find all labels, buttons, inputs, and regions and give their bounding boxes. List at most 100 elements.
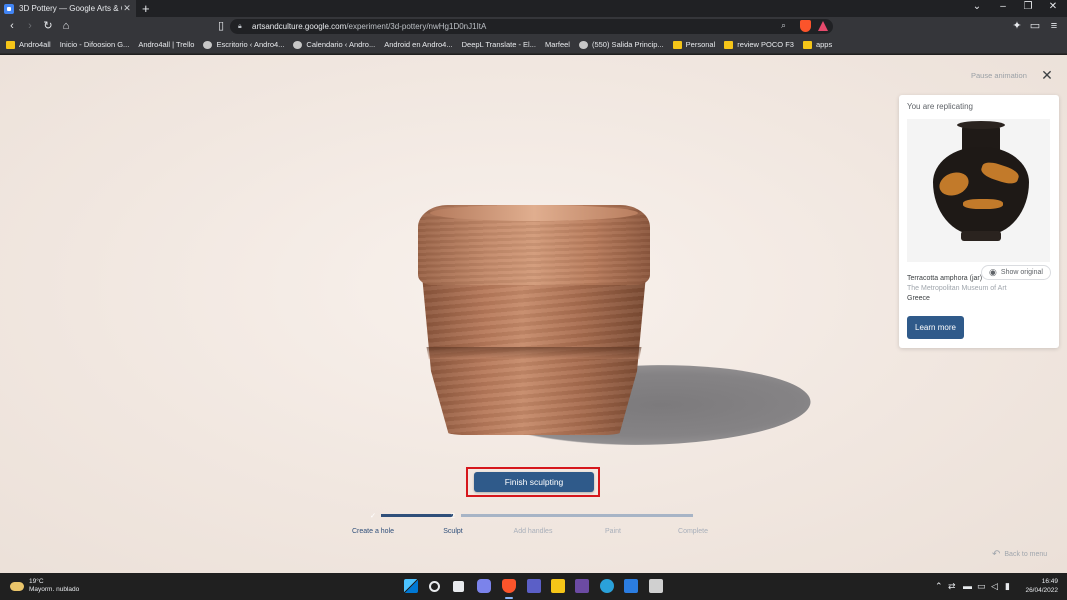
weather-description: Mayorm. nublado xyxy=(29,586,80,593)
bookmark-label: Calendario ‹ Andro... xyxy=(306,40,376,49)
active-app-indicator xyxy=(505,597,513,599)
bookmark-item[interactable]: review POCO F3 xyxy=(724,40,794,49)
bookmark-item[interactable]: Escritorio ‹ Andro4... xyxy=(203,40,284,49)
pot-band xyxy=(426,347,642,359)
tab-strip: 3D Pottery — Google Arts & Cultu ✕ + ⌄ –… xyxy=(0,0,1067,17)
step-label-complete: Complete xyxy=(678,528,708,535)
new-tab-button[interactable]: + xyxy=(142,1,150,16)
bookmark-item[interactable]: Android en Andro4... xyxy=(0,40,453,99)
arts-culture-favicon-icon xyxy=(4,3,14,14)
pottery-canvas[interactable] xyxy=(410,205,823,487)
show-original-label: Show original xyxy=(1000,269,1043,276)
panel-title: You are replicating xyxy=(907,102,973,111)
bookmark-item[interactable]: Calendario ‹ Andro... xyxy=(293,40,375,49)
wifi-direct-icon[interactable]: ⇄ xyxy=(948,581,956,592)
bookmark-item[interactable]: Personal xyxy=(672,40,716,49)
back-to-menu-link[interactable]: ↶ Back to menu xyxy=(992,549,1047,560)
step-4-marker xyxy=(605,507,621,523)
bookmark-label: Personal xyxy=(685,40,716,49)
bookmarks-bar: Andro4all Inicio - Difoosion G... Andro4… xyxy=(0,36,1067,99)
amphora-mouth xyxy=(957,121,1005,129)
bookmark-10-icon xyxy=(724,40,734,49)
zoom-search-icon[interactable]: ⌕ xyxy=(781,20,786,31)
display-icon[interactable]: ▭ xyxy=(977,581,986,592)
brave-rewards-icon[interactable] xyxy=(818,21,828,31)
bookmark-4-icon xyxy=(293,40,303,49)
teams-icon[interactable] xyxy=(527,579,541,593)
affinity-icon[interactable] xyxy=(575,579,589,593)
tab-search-icon[interactable]: ⌄ xyxy=(970,1,984,12)
snipping-tool-icon[interactable] xyxy=(649,579,663,593)
browser-tab[interactable]: 3D Pottery — Google Arts & Cultu ✕ xyxy=(0,0,136,17)
media-icon[interactable]: ▭ xyxy=(1028,19,1042,34)
close-icon[interactable]: ✕ xyxy=(1038,66,1056,84)
step-connector-done xyxy=(381,514,453,517)
bookmark-label: Android en Andro4... xyxy=(384,40,453,49)
search-icon[interactable] xyxy=(429,581,440,592)
finish-sculpting-button[interactable]: Finish sculpting xyxy=(474,472,594,492)
artwork-origin: Greece xyxy=(907,295,930,302)
bookmark-label: review POCO F3 xyxy=(737,40,794,49)
amphora-pattern xyxy=(963,199,1003,209)
step-label-add-handles: Add handles xyxy=(513,528,553,535)
address-bar[interactable]: 🔒︎ artsandculture.google.com /experiment… xyxy=(230,19,833,34)
browser-toolbar: ‹ › ↻ ⌂ ▯ 🔒︎ artsandculture.google.com /… xyxy=(0,17,1067,36)
bookmark-item[interactable]: Andro4all | Trello xyxy=(0,40,194,99)
bookmark-item[interactable]: Andro4all xyxy=(6,40,51,49)
museum-name: The Metropolitan Museum of Art xyxy=(907,285,1007,292)
pause-animation-link[interactable]: Pause animation xyxy=(971,71,1027,80)
step-label-create-hole: Create a hole xyxy=(351,528,395,535)
bookmark-label: Marfeel xyxy=(544,40,570,49)
amphora-pattern xyxy=(979,159,1021,187)
bookmark-item[interactable]: (550) Salida Princip... xyxy=(578,40,664,49)
tab-close-icon[interactable]: ✕ xyxy=(122,3,132,14)
bookmark-item[interactable]: Marfeel xyxy=(0,40,570,99)
reload-icon[interactable]: ↻ xyxy=(41,19,55,34)
bookmark-item[interactable]: Inicio - Difoosion G... xyxy=(0,40,129,99)
system-clock[interactable]: 16:49 26/04/2022 xyxy=(1022,577,1058,595)
taskbar: 19°C Mayorm. nublado ⌃ ⇄ ▬ ▭ ◁ ▮ 16:49 2… xyxy=(0,573,1067,600)
minimize-icon[interactable]: – xyxy=(996,1,1010,12)
windows-start-icon[interactable] xyxy=(404,579,418,593)
url-path: /experiment/3d-pottery/nwHg1D0nJ1ItA xyxy=(346,22,487,31)
step-1-marker: ✓ xyxy=(365,507,381,523)
tab-title: 3D Pottery — Google Arts & Cultu xyxy=(19,4,122,13)
eye-icon: ◉ xyxy=(989,267,997,277)
amphora-foot xyxy=(961,231,1001,241)
pot-rim xyxy=(430,205,638,221)
show-original-button[interactable]: ◉ Show original xyxy=(981,265,1051,280)
forward-icon[interactable]: › xyxy=(23,19,37,34)
menu-icon[interactable]: ≡ xyxy=(1047,19,1061,34)
close-window-icon[interactable]: ✕ xyxy=(1046,1,1060,12)
volume-icon[interactable]: ◁ xyxy=(991,581,998,592)
task-view-icon[interactable] xyxy=(453,581,464,592)
bookmark-8-icon xyxy=(578,40,588,49)
drive-icon[interactable]: ▬ xyxy=(963,581,972,591)
chat-icon[interactable] xyxy=(477,579,491,593)
step-5-marker xyxy=(685,507,701,523)
step-label-paint: Paint xyxy=(605,528,621,535)
back-icon[interactable]: ‹ xyxy=(5,19,19,34)
restore-icon[interactable]: ❐ xyxy=(1021,1,1035,12)
brave-browser-icon[interactable] xyxy=(502,579,516,593)
bookmark-icon[interactable]: ▯ xyxy=(214,19,228,34)
weather-widget[interactable]: 19°C Mayorm. nublado xyxy=(10,578,79,594)
lock-icon: 🔒︎ xyxy=(238,22,242,30)
brave-shield-icon[interactable] xyxy=(800,20,811,32)
extensions-icon[interactable]: ✦ xyxy=(1010,19,1024,34)
reference-image: ◉ Show original xyxy=(907,119,1051,280)
bookmark-11-icon xyxy=(802,40,812,49)
learn-more-button[interactable]: Learn more xyxy=(907,316,964,339)
url-host: artsandculture.google.com xyxy=(252,22,347,31)
telegram-icon[interactable] xyxy=(600,579,614,593)
bookmark-item[interactable]: DeepL Translate - El... xyxy=(0,40,536,99)
todo-icon[interactable] xyxy=(624,579,638,593)
amphora-pattern xyxy=(936,168,972,200)
chevron-up-icon[interactable]: ⌃ xyxy=(935,581,943,592)
home-icon[interactable]: ⌂ xyxy=(59,19,73,34)
bookmark-item[interactable]: apps xyxy=(802,40,833,49)
step-2-marker: 2 xyxy=(445,507,461,523)
battery-icon[interactable]: ▮ xyxy=(1005,581,1010,592)
file-explorer-icon[interactable] xyxy=(551,579,565,593)
bookmark-label: apps xyxy=(815,40,833,49)
